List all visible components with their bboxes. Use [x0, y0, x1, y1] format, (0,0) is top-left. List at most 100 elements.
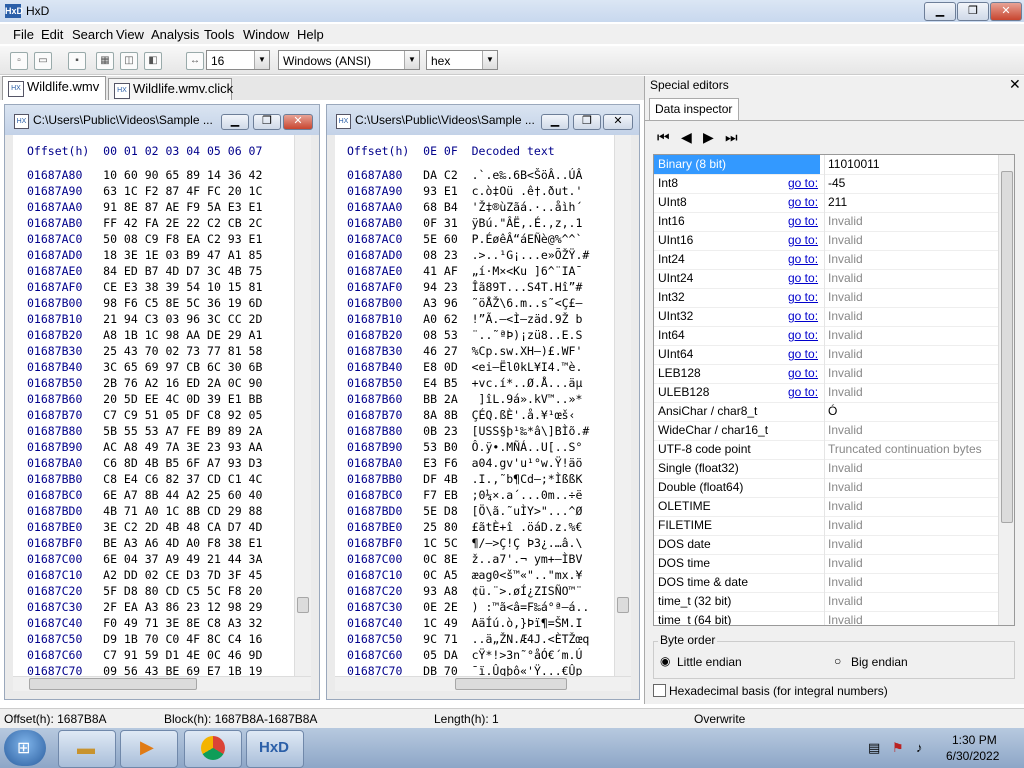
row-decoded-text[interactable]: Îã89T...S4T.Hî”# [458, 280, 583, 294]
scroll-thumb[interactable] [455, 678, 567, 690]
row-bytes[interactable]: D9 1B 70 C0 4F 8C C4 16 [82, 632, 262, 646]
row-decoded-text[interactable]: %Cp.sw.XH–)£.WF' [458, 344, 583, 358]
minimize-button[interactable]: ▁ [924, 2, 956, 21]
row-decoded-text[interactable]: ¢ü.¨>.øÍ¿ZISÑO™¨ [458, 584, 583, 598]
network-icon[interactable]: ▤ [868, 740, 880, 756]
hex-row[interactable]: 01687B00 A3 96 ˜öÅŽ\6.m..s˜<Ç£– [347, 295, 589, 311]
row-bytes[interactable]: 6E A7 8B 44 A2 25 60 40 [82, 488, 262, 502]
close-button[interactable]: ✕ [283, 114, 313, 130]
inspector-value[interactable]: Invalid [828, 499, 863, 513]
hex-row[interactable]: 01687AF0 94 23 Îã89T...S4T.Hî”# [347, 279, 589, 295]
hex-row[interactable]: 01687BE0 25 80 £ãtÈ+î .öáD.z.%€ [347, 519, 589, 535]
row-bytes[interactable]: A0 62 [402, 312, 458, 326]
row-decoded-text[interactable]: AäÍú.ò,}Þï¶=ŠM.I [458, 616, 583, 630]
hex-row[interactable]: 01687C30 0E 2E ) :™ã<â=F‰á°ª–á.. [347, 599, 589, 615]
hex-row[interactable]: 01687AA0 91 8E 87 AE F9 5A E3 E1 [27, 199, 262, 215]
row-bytes[interactable]: 93 A8 [402, 584, 458, 598]
maximize-button[interactable]: ❐ [253, 114, 281, 130]
hex-row[interactable]: 01687AE0 41 AF „í·M×<Ku ]6^¨IA¯ [347, 263, 589, 279]
hex-row[interactable]: 01687B10 A0 62 !”Ã.–<Ì–zäd.9Ž b [347, 311, 589, 327]
inspector-row[interactable]: Binary (8 bit) 11010011 [654, 155, 998, 175]
row-bytes[interactable]: 3C 65 69 97 CB 6C 30 6B [82, 360, 262, 374]
row-bytes[interactable]: 0C A5 [402, 568, 458, 582]
row-decoded-text[interactable]: P.ÉøêÂ“áEÑè@%^^` [458, 232, 583, 246]
row-bytes[interactable]: 25 80 [402, 520, 458, 534]
hex-row[interactable]: 01687AC0 50 08 C9 F8 EA C2 93 E1 [27, 231, 262, 247]
row-bytes[interactable]: C7 91 59 D1 4E 0C 46 9D [82, 648, 262, 662]
next-icon[interactable]: ▶ [703, 129, 714, 146]
hex-row[interactable]: 01687AB0 0F 31 ÿBú."ÂË,.É.,z,.1 [347, 215, 589, 231]
radio-unchecked-icon[interactable]: ○ [834, 654, 841, 668]
row-bytes[interactable]: DA C2 [402, 168, 458, 182]
inspector-value[interactable]: Invalid [828, 385, 863, 399]
inspector-row[interactable]: ULEB128 go to: Invalid [654, 383, 998, 403]
display-mode-select[interactable]: hex ▼ [426, 50, 498, 70]
hex-row[interactable]: 01687B40 3C 65 69 97 CB 6C 30 6B [27, 359, 262, 375]
inspector-value[interactable]: Invalid [828, 290, 863, 304]
hex-row[interactable]: 01687A80 10 60 90 65 89 14 36 42 [27, 167, 262, 183]
hex-row[interactable]: 01687BB0 C8 E4 C6 82 37 CD C1 4C [27, 471, 262, 487]
hex-row[interactable]: 01687AE0 84 ED B7 4D D7 3C 4B 75 [27, 263, 262, 279]
row-decoded-text[interactable]: æag0<š™«".."mx.¥ [458, 568, 583, 582]
ram-icon[interactable]: ▦ [96, 52, 114, 70]
hex-row[interactable]: 01687A80 DA C2 .`.e‰.6B<ŠöÂ..ÚÂ [347, 167, 589, 183]
action-center-icon[interactable]: ⚑ [892, 740, 904, 756]
inspector-value[interactable]: Invalid [828, 518, 863, 532]
inspector-row[interactable]: UInt24 go to: Invalid [654, 269, 998, 289]
inspector-row[interactable]: WideChar / char16_t Invalid [654, 421, 998, 441]
row-bytes[interactable]: 25 43 70 02 73 77 81 58 [82, 344, 262, 358]
inspector-row[interactable]: time_t (64 bit) Invalid [654, 611, 998, 625]
taskbar-media-player[interactable]: ▶ [120, 730, 178, 768]
hex-row[interactable]: 01687BD0 5E D8 [Ö\ã.˜uÌY>"...^Ø [347, 503, 589, 519]
inspector-value[interactable]: Ó [828, 404, 837, 418]
clock-time[interactable]: 1:30 PM [952, 733, 997, 747]
row-decoded-text[interactable]: 'Ž‡®ùZãá.·..åìh´ [458, 200, 583, 214]
hex-row[interactable]: 01687C60 05 DA cŸ*!>3n˜°åÓ€´m.Ú [347, 647, 589, 663]
row-bytes[interactable]: 5E D8 [402, 504, 458, 518]
row-decoded-text[interactable]: ]îL.9á».kV™..»* [458, 392, 583, 406]
inspector-value[interactable]: Invalid [828, 309, 863, 323]
inspector-row[interactable]: Int64 go to: Invalid [654, 326, 998, 346]
row-bytes[interactable]: E4 B5 [402, 376, 458, 390]
inspector-value[interactable]: Invalid [828, 347, 863, 361]
hex-row[interactable]: 01687C10 A2 DD 02 CE D3 7D 3F 45 [27, 567, 262, 583]
inspector-row[interactable]: FILETIME Invalid [654, 516, 998, 536]
inspector-value[interactable]: Invalid [828, 366, 863, 380]
row-bytes[interactable]: 53 B0 [402, 440, 458, 454]
row-bytes[interactable]: E8 0D [402, 360, 458, 374]
row-bytes[interactable]: 94 23 [402, 280, 458, 294]
hex-row[interactable]: 01687B10 21 94 C3 03 96 3C CC 2D [27, 311, 262, 327]
row-bytes[interactable]: BE A3 A6 4D A0 F8 38 E1 [82, 536, 262, 550]
row-bytes[interactable]: 9C 71 [402, 632, 458, 646]
goto-link[interactable]: go to: [788, 195, 818, 209]
hex-row[interactable]: 01687AC0 5E 60 P.ÉøêÂ“áEÑè@%^^` [347, 231, 589, 247]
hex-row[interactable]: 01687B60 BB 2A ]îL.9á».kV™..»* [347, 391, 589, 407]
row-bytes[interactable]: 91 8E 87 AE F9 5A E3 E1 [82, 200, 262, 214]
hex-row[interactable]: 01687B30 25 43 70 02 73 77 81 58 [27, 343, 262, 359]
inspector-row[interactable]: LEB128 go to: Invalid [654, 364, 998, 384]
inspector-row[interactable]: UInt64 go to: Invalid [654, 345, 998, 365]
hex-row[interactable]: 01687C20 5F D8 80 CD C5 5C F8 20 [27, 583, 262, 599]
inspector-value[interactable]: Invalid [828, 556, 863, 570]
inspector-value[interactable]: 11010011 [828, 157, 880, 171]
volume-icon[interactable]: ♪ [916, 740, 923, 755]
inspector-value[interactable]: Invalid [828, 252, 863, 266]
inspector-value[interactable]: Invalid [828, 271, 863, 285]
disk-icon[interactable]: ◫ [120, 52, 138, 70]
row-bytes[interactable]: A3 96 [402, 296, 458, 310]
hex-row[interactable]: 01687BA0 C6 8D 4B B5 6F A7 93 D3 [27, 455, 262, 471]
inspector-row[interactable]: DOS time & date Invalid [654, 573, 998, 593]
hex-row[interactable]: 01687A90 63 1C F2 87 4F FC 20 1C [27, 183, 262, 199]
goto-link[interactable]: go to: [788, 176, 818, 190]
hex-row[interactable]: 01687B30 46 27 %Cp.sw.XH–)£.WF' [347, 343, 589, 359]
hex-row[interactable]: 01687BD0 4B 71 A0 1C 8B CD 29 88 [27, 503, 262, 519]
row-decoded-text[interactable]: ) :™ã<â=F‰á°ª–á.. [458, 600, 590, 614]
hex-row[interactable]: 01687B80 0B 23 [USS§þ¹‰*â\]BÌõ.# [347, 423, 589, 439]
inspector-value[interactable]: -45 [828, 176, 845, 190]
row-bytes[interactable]: 18 3E 1E 03 B9 47 A1 85 [82, 248, 262, 262]
hex-row[interactable]: 01687B50 E4 B5 +vc.í*..Ø.Å...äµ [347, 375, 589, 391]
inspector-row[interactable]: Int8 go to: -45 [654, 174, 998, 194]
hex-row[interactable]: 01687AA0 68 B4 'Ž‡®ùZãá.·..åìh´ [347, 199, 589, 215]
row-bytes[interactable]: 41 AF [402, 264, 458, 278]
row-bytes[interactable]: 05 DA [402, 648, 458, 662]
